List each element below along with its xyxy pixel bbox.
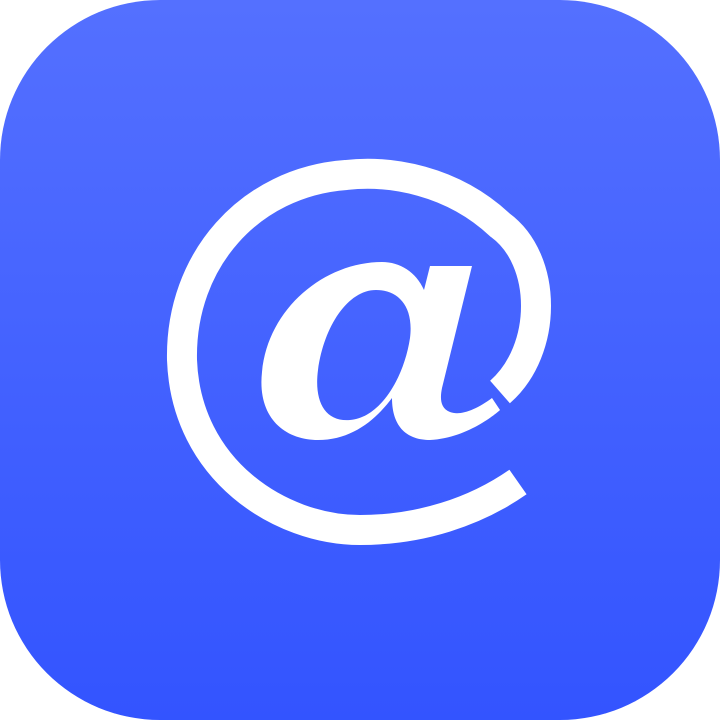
at-sign-outer-ring (166, 158, 551, 546)
app-icon-tile[interactable] (0, 0, 720, 720)
at-sign-icon (166, 158, 551, 546)
at-sign-a-shape (261, 262, 500, 440)
